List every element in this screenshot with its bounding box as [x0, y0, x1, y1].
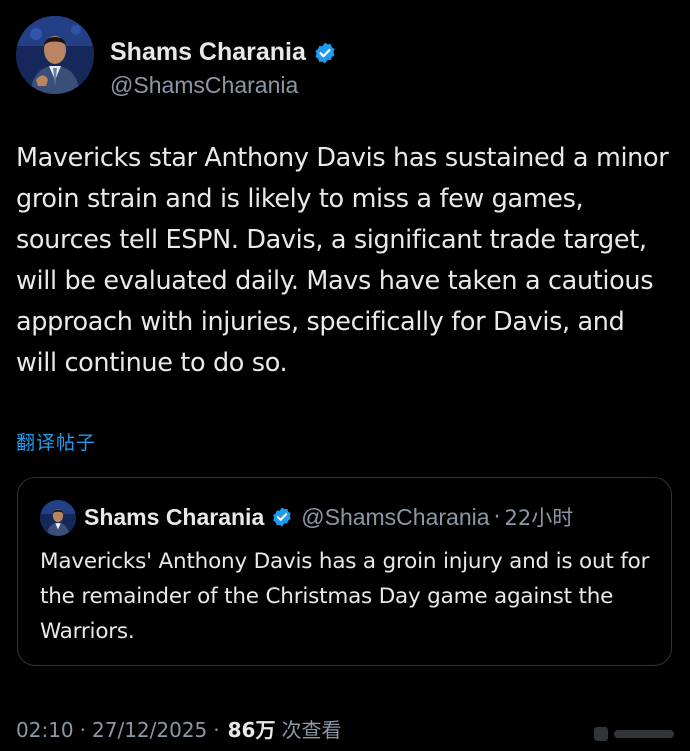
- quoted-author-name: Shams Charania: [84, 503, 265, 530]
- meta-separator: ·: [79, 718, 86, 742]
- quoted-author-handle: @ShamsCharania: [301, 503, 490, 530]
- quoted-verified-badge-icon: [271, 506, 293, 528]
- view-count[interactable]: 86万: [228, 714, 276, 743]
- translate-post-link[interactable]: 翻译帖子: [16, 428, 96, 455]
- post-time[interactable]: 02:10: [16, 718, 74, 742]
- author-name[interactable]: Shams Charania: [110, 38, 306, 67]
- meta-separator-2: ·: [213, 718, 220, 742]
- verified-badge-icon[interactable]: [313, 41, 337, 65]
- tweet-header: Shams Charania @ShamsCharania: [16, 16, 674, 99]
- quoted-tweet-card[interactable]: Shams Charania @ShamsCharania · 22小时 Mav…: [17, 477, 672, 666]
- tweet-text: Mavericks star Anthony Davis has sustain…: [16, 143, 669, 378]
- quoted-timestamp: 22小时: [504, 506, 574, 530]
- watermark-logo-icon: [592, 723, 680, 745]
- quoted-author-avatar: [40, 500, 76, 536]
- post-date[interactable]: 27/12/2025: [92, 718, 207, 742]
- tweet-meta: 02:10 · 27/12/2025 · 86万 次查看: [16, 714, 341, 743]
- view-count-label: 次查看: [281, 718, 342, 742]
- author-avatar[interactable]: [16, 16, 94, 94]
- quoted-separator: ·: [493, 504, 501, 530]
- quoted-tweet-text: Mavericks' Anthony Davis has a groin inj…: [40, 549, 650, 644]
- author-handle[interactable]: @ShamsCharania: [110, 72, 298, 99]
